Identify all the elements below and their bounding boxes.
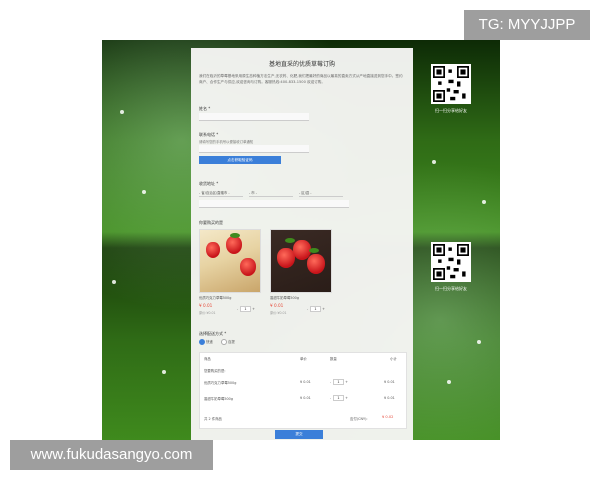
product-image-chocolate-strawberry[interactable] [199,229,261,293]
product-name: 香甜牛奶草莓500g [270,296,299,300]
phone-label: 联系电话 * [199,132,219,137]
quantity-value[interactable]: 1 [310,306,321,312]
leaf-shape [285,238,295,243]
phone-hint: 请填写您的手机号以便接收订单通知 [199,140,254,144]
table-row-subtotal: ¥ 0.01 [384,396,395,400]
quantity-value[interactable]: 1 [333,379,344,385]
website-watermark: www.fukudasangyo.com [10,440,213,470]
leaf-shape [230,233,240,238]
address-label: 收货地址 * [199,181,219,186]
product-old-price: 原价:¥0.01 [199,311,216,315]
product-old-price: 原价:¥0.01 [270,311,287,315]
quantity-value[interactable]: 1 [333,395,344,401]
table-quantity-stepper[interactable]: -1 + [328,379,349,385]
plus-button[interactable]: + [321,307,326,311]
table-row-price: ¥ 0.01 [300,380,311,384]
qr-code-icon [431,64,471,104]
grass-highlight [482,200,486,204]
table-quantity-stepper[interactable]: -1 + [328,395,349,401]
table-section: 您要购买的是: [204,369,226,373]
grass-highlight [477,340,481,344]
tg-tag: TG: MYYJJPP [464,10,590,40]
table-row-name: 优质巧克力草莓500g [204,381,237,385]
verify-code-button[interactable]: 点击获取验证码 [199,156,281,164]
total-label: 应付(CNY): [350,417,368,421]
street-address-input[interactable] [199,200,349,208]
plus-button[interactable]: + [251,307,256,311]
table-header: 小计 [390,357,397,361]
province-select[interactable]: - 省/自治区/直辖市 - [199,190,243,197]
qr-code-icon [431,242,471,282]
strawberry-shape [226,236,242,254]
delivery-radio-pickup[interactable] [221,339,227,345]
form-title: 基地直采的优质草莓订购 [268,61,335,68]
quantity-stepper[interactable]: -1 + [235,306,256,312]
product-price: ¥ 0.01 [270,303,284,308]
plus-button[interactable]: + [344,380,349,384]
table-row-name: 香甜牛奶草莓500g [204,397,233,401]
quantity-value[interactable]: 1 [240,306,251,312]
table-row-price: ¥ 0.01 [300,396,311,400]
qr-caption: 扫一扫分享给好友 [435,286,467,291]
delivery-label: 选择配送方式 * [199,331,227,336]
grass-highlight [447,380,451,384]
products-label: 你要购买的是 [199,220,223,225]
table-header: 数量 [330,357,337,361]
qr-pattern [433,66,469,102]
grass-highlight [112,280,116,284]
strawberry-shape [240,258,256,276]
delivery-option-label: 自提 [228,340,235,344]
qr-caption: 扫一扫分享给好友 [435,108,467,113]
grass-highlight [142,190,146,194]
name-label: 姓名 * [199,106,211,111]
grass-highlight [432,160,436,164]
form-intro: 我们在临沂的草莓基地采用原生态种植方法生产,无农药、化肥,我们把最好的商品以最真… [199,74,403,84]
quantity-stepper[interactable]: -1 + [305,306,326,312]
total-count: 共 2 件商品 [204,417,222,421]
name-input[interactable] [199,113,309,121]
order-summary-table: 商品 单价 数量 小计 您要购买的是: 优质巧克力草莓500g ¥ 0.01 -… [199,352,407,429]
qr-pattern [433,244,469,280]
table-row-subtotal: ¥ 0.01 [384,380,395,384]
total-value: ¥ 0.02 [382,415,394,419]
grass-highlight [120,110,124,114]
table-header: 商品 [204,357,211,361]
product-price: ¥ 0.01 [199,303,213,308]
order-form: 基地直采的优质草莓订购 我们在临沂的草莓基地采用原生态种植方法生产,无农药、化肥… [191,48,413,440]
submit-button[interactable]: 提交 [275,430,323,439]
strawberry-shape [307,254,325,274]
product-image-milk-strawberry[interactable] [270,229,332,293]
delivery-option-label: 快递 [206,340,213,344]
delivery-radio-express[interactable] [199,339,205,345]
district-select[interactable]: - 区/县 - [299,190,343,197]
strawberry-shape [206,242,220,258]
leaf-shape [309,248,319,253]
product-name: 优质巧克力草莓500g [199,296,232,300]
grass-highlight [162,370,166,374]
table-header: 单价 [300,357,307,361]
screenshot-frame: 基地直采的优质草莓订购 我们在临沂的草莓基地采用原生态种植方法生产,无农药、化肥… [102,40,500,440]
plus-button[interactable]: + [344,396,349,400]
city-select[interactable]: - 市 - [249,190,293,197]
phone-input[interactable] [199,145,309,153]
